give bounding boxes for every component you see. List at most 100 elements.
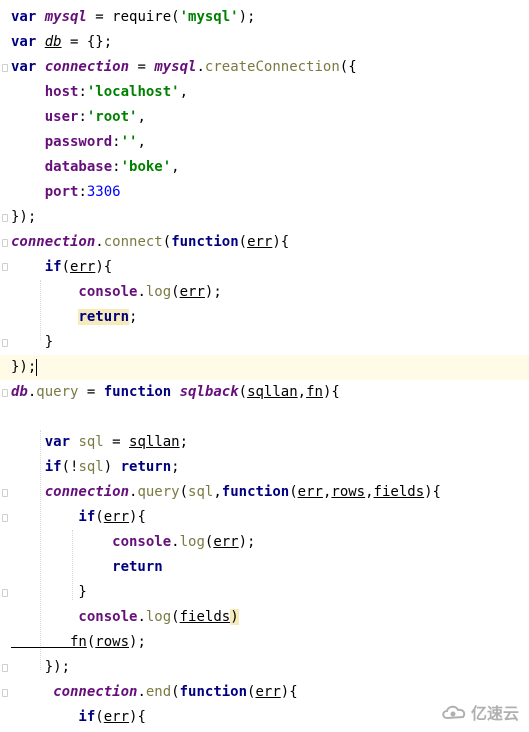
fold-marker-icon[interactable] <box>2 514 8 522</box>
code-token: ({ <box>339 59 357 75</box>
code-token: err <box>213 534 239 550</box>
code-token: rows <box>95 634 130 650</box>
code-token: rows <box>331 484 366 500</box>
code-token: err <box>70 259 96 275</box>
code-token: return <box>78 309 130 325</box>
code-line[interactable]: } <box>11 330 53 355</box>
code-line[interactable]: db.query = function sqlback(sqllan,fn){ <box>11 380 340 405</box>
code-token: console <box>11 284 138 300</box>
code-token: var <box>11 434 79 450</box>
code-token: err <box>103 509 130 525</box>
text-caret <box>36 358 38 376</box>
code-token: user <box>11 109 79 125</box>
code-line[interactable]: }); <box>11 655 70 680</box>
code-line[interactable]: return <box>11 555 163 580</box>
code-line[interactable]: console.log(err); <box>11 280 221 305</box>
code-line[interactable]: var db = {}; <box>11 30 112 55</box>
code-line[interactable]: connection.query(sql,function(err,rows,f… <box>11 480 441 505</box>
code-token: ( <box>179 484 189 500</box>
fold-marker-icon[interactable] <box>2 239 8 247</box>
fold-marker-icon[interactable] <box>2 64 8 72</box>
code-token: : <box>78 109 87 125</box>
code-line[interactable]: }); <box>11 355 38 380</box>
code-token: function <box>103 384 180 400</box>
code-token: }); <box>11 659 71 675</box>
code-editor[interactable]: var mysql = require('mysql'); var db = {}… <box>0 0 529 732</box>
code-token: return <box>120 459 172 475</box>
fold-marker-icon[interactable] <box>2 589 8 597</box>
fold-marker-icon[interactable] <box>2 214 8 222</box>
code-line[interactable]: }); <box>11 205 36 230</box>
code-line[interactable]: if(!sql) return; <box>11 455 180 480</box>
code-token: . <box>171 534 180 550</box>
code-token: var <box>11 9 45 25</box>
code-line[interactable]: connection.connect(function(err){ <box>11 230 289 255</box>
code-line[interactable]: database:'boke', <box>11 155 180 180</box>
code-token: fn <box>306 384 323 400</box>
code-token: ){ <box>129 509 146 525</box>
code-token: connection <box>11 234 96 250</box>
code-token: ){ <box>129 709 146 725</box>
current-line-highlight <box>0 355 529 380</box>
code-line[interactable]: if(err){ <box>11 505 146 530</box>
code-token: fn <box>11 634 87 650</box>
code-token: end <box>145 684 172 700</box>
code-token: db <box>11 384 28 400</box>
code-line[interactable]: connection.end(function(err){ <box>11 680 298 705</box>
code-token: : <box>112 159 121 175</box>
code-token: log <box>145 609 172 625</box>
code-token: ){ <box>280 684 298 700</box>
code-line[interactable]: user:'root', <box>11 105 146 130</box>
code-token: ){ <box>95 259 113 275</box>
code-token: return <box>11 559 163 575</box>
code-token: = <box>129 59 155 75</box>
code-token: . <box>95 234 104 250</box>
code-line[interactable]: return; <box>11 305 137 330</box>
code-token: ( <box>95 709 104 725</box>
code-line[interactable]: password:'', <box>11 130 146 155</box>
code-token: 'localhost' <box>86 84 180 100</box>
code-token: = require( <box>86 9 180 25</box>
code-token: function <box>171 234 239 250</box>
code-token: err <box>255 684 281 700</box>
fold-marker-icon[interactable] <box>2 389 8 397</box>
code-token: ( <box>171 284 180 300</box>
code-token: 'mysql' <box>179 9 239 25</box>
code-line[interactable]: console.log(err); <box>11 530 255 555</box>
code-token: ); <box>238 9 256 25</box>
code-token: . <box>137 609 146 625</box>
code-token: sqllan <box>129 434 180 450</box>
code-token: ( <box>238 234 248 250</box>
code-token: ( <box>289 484 298 500</box>
code-token: = {}; <box>61 34 113 50</box>
watermark: 亿速云 <box>441 700 519 724</box>
code-token: } <box>11 334 54 350</box>
code-line[interactable]: var sql = sqllan; <box>11 430 188 455</box>
code-token: } <box>11 584 87 600</box>
code-line[interactable]: var mysql = require('mysql'); <box>11 5 255 30</box>
code-line[interactable]: if(err){ <box>11 705 146 730</box>
fold-marker-icon[interactable] <box>2 664 8 672</box>
code-token: ( <box>61 259 71 275</box>
fold-marker-icon[interactable] <box>2 339 8 347</box>
fold-marker-icon[interactable] <box>2 263 8 271</box>
code-token: mysql <box>154 59 197 75</box>
code-line[interactable]: fn(rows); <box>11 630 146 655</box>
code-token: sql <box>78 459 104 475</box>
fold-marker-icon[interactable] <box>2 489 8 497</box>
code-line[interactable]: } <box>11 580 87 605</box>
code-token: ( <box>171 609 180 625</box>
code-line[interactable]: console.log(fields) <box>11 605 239 630</box>
fold-marker-icon[interactable] <box>2 689 8 697</box>
code-token: ( <box>171 684 180 700</box>
code-token: , <box>171 159 180 175</box>
code-token: log <box>179 534 205 550</box>
code-token: . <box>137 684 146 700</box>
code-token: if <box>11 259 62 275</box>
code-line[interactable]: var connection = mysql.createConnection(… <box>11 55 357 80</box>
code-token: , <box>137 134 146 150</box>
code-line[interactable]: host:'localhost', <box>11 80 188 105</box>
code-token: connect <box>103 234 163 250</box>
code-line[interactable]: port:3306 <box>11 180 121 205</box>
code-line[interactable]: if(err){ <box>11 255 112 280</box>
